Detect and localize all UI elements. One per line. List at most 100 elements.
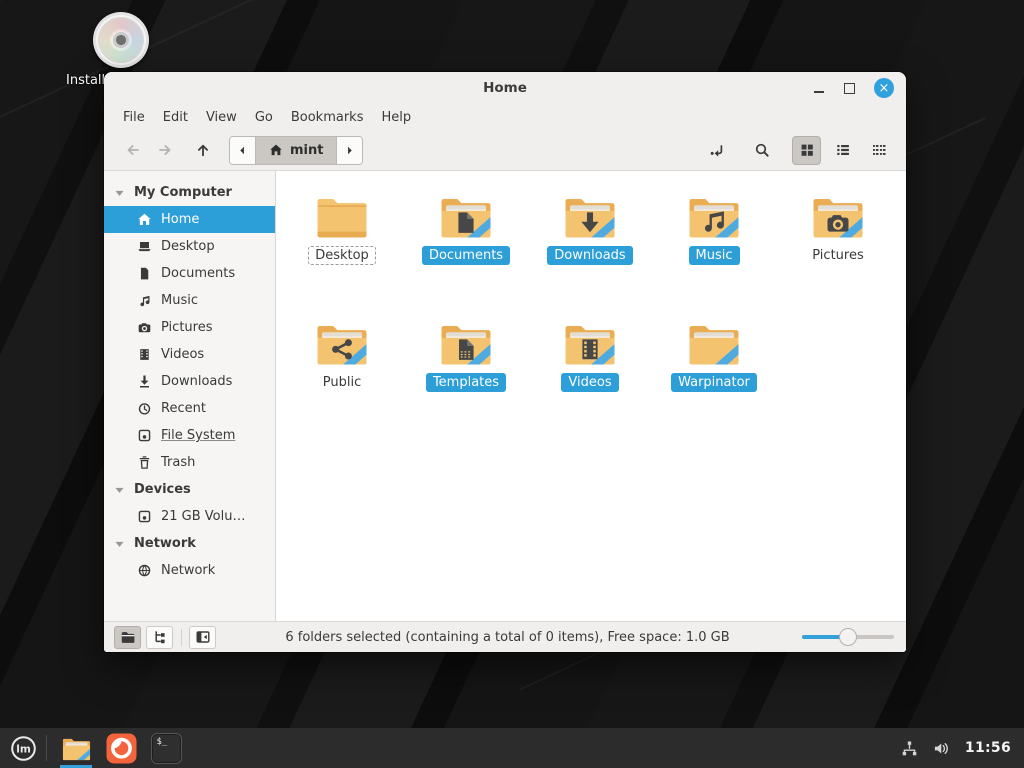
menu-go[interactable]: Go (246, 107, 282, 128)
folder-open-icon (686, 320, 742, 367)
sidebar-item-desktop[interactable]: Desktop (104, 233, 275, 260)
trash-icon (137, 455, 152, 470)
grid-view-button[interactable] (792, 136, 821, 165)
sidebar-item-file-system[interactable]: File System (104, 422, 275, 449)
sidebar-item-pictures[interactable]: Pictures (104, 314, 275, 341)
folder-music[interactable]: Music (652, 193, 776, 320)
folder-label: Music (689, 246, 740, 265)
folder-videos-icon (562, 320, 618, 367)
search-icon (754, 142, 770, 158)
chevron-right-icon (343, 144, 356, 157)
drive-icon (137, 509, 152, 524)
folder-warpinator[interactable]: Warpinator (652, 320, 776, 447)
forward-button[interactable] (149, 135, 181, 165)
folder-label: Public (316, 373, 368, 392)
sidebar-item-trash[interactable]: Trash (104, 449, 275, 476)
taskbar: lm $_ 11:56 (0, 728, 1024, 768)
folder-downloads[interactable]: Downloads (528, 193, 652, 320)
folder-public-icon (314, 320, 370, 367)
folder-music-icon (686, 193, 742, 240)
download-arrow-icon (137, 374, 152, 389)
folder-pictures[interactable]: Pictures (776, 193, 900, 320)
folder-label: Downloads (547, 246, 632, 265)
file-manager-window: Home × File Edit View Go Bookmarks Help … (104, 72, 906, 652)
grid-view-icon (799, 142, 815, 158)
places-folder-icon (120, 629, 136, 645)
cd-disc-icon (93, 12, 149, 68)
sidebar-header-network[interactable]: Network (104, 530, 275, 557)
sidebar: My Computer Home Desktop Documents Music… (104, 171, 276, 621)
taskbar-separator (46, 735, 47, 761)
menu-help[interactable]: Help (372, 107, 420, 128)
firefox-task-button[interactable] (103, 728, 139, 768)
mint-menu-button[interactable]: lm (0, 728, 46, 768)
sidebar-item-home[interactable]: Home (104, 206, 275, 233)
show-places-button[interactable] (114, 626, 141, 649)
folder-label: Videos (561, 373, 618, 392)
folder-templates-icon (438, 320, 494, 367)
location-entry-icon (709, 142, 725, 158)
collapse-triangle-icon (113, 186, 126, 199)
svg-text:lm: lm (16, 743, 31, 755)
sidebar-item-network[interactable]: Network (104, 557, 275, 584)
drive-icon (137, 428, 152, 443)
folder-templates[interactable]: Templates (404, 320, 528, 447)
zoom-slider-thumb[interactable] (839, 628, 857, 646)
titlebar[interactable]: Home × (104, 72, 906, 104)
folder-documents[interactable]: Documents (404, 193, 528, 320)
close-button[interactable]: × (874, 78, 894, 98)
arrow-left-icon (125, 142, 141, 158)
system-tray: 11:56 (901, 740, 1024, 757)
toggle-location-entry-button[interactable] (702, 136, 731, 165)
sidebar-header-my-computer[interactable]: My Computer (104, 179, 275, 206)
compact-view-button[interactable] (864, 136, 893, 165)
menu-bar: File Edit View Go Bookmarks Help (104, 104, 906, 130)
show-treeview-button[interactable] (146, 626, 173, 649)
file-manager-task-button[interactable] (58, 728, 94, 768)
sidebar-item-videos[interactable]: Videos (104, 341, 275, 368)
folder-label: Templates (426, 373, 506, 392)
back-button[interactable] (117, 135, 149, 165)
sidebar-item-21gb-volume[interactable]: 21 GB Volu… (104, 503, 275, 530)
folder-videos[interactable]: Videos (528, 320, 652, 447)
terminal-task-button[interactable]: $_ (148, 728, 184, 768)
taskbar-launchers: $_ (58, 728, 184, 768)
breadcrumb-scroll-left[interactable] (230, 137, 255, 164)
mint-logo-icon: lm (10, 735, 37, 762)
volume-icon[interactable] (933, 740, 950, 757)
document-icon (137, 266, 152, 281)
menu-edit[interactable]: Edit (154, 107, 197, 128)
sidebar-item-recent[interactable]: Recent (104, 395, 275, 422)
sidebar-header-devices[interactable]: Devices (104, 476, 275, 503)
music-note-icon (137, 293, 152, 308)
folder-closed-icon (314, 193, 370, 240)
folder-label: Pictures (805, 246, 870, 265)
sidebar-item-documents[interactable]: Documents (104, 260, 275, 287)
compact-view-icon (871, 142, 887, 158)
sidebar-item-downloads[interactable]: Downloads (104, 368, 275, 395)
menu-view[interactable]: View (197, 107, 246, 128)
breadcrumb-current[interactable]: mint (255, 137, 337, 164)
maximize-button[interactable] (844, 83, 855, 94)
file-grid[interactable]: Desktop Documents Downloads Music Pictur… (276, 171, 906, 621)
network-icon[interactable] (901, 740, 918, 757)
search-button[interactable] (747, 136, 776, 165)
zoom-slider[interactable] (802, 628, 894, 646)
file-manager-icon (61, 735, 92, 762)
folder-public[interactable]: Public (280, 320, 404, 447)
list-view-button[interactable] (828, 136, 857, 165)
up-button[interactable] (187, 135, 219, 165)
menu-bookmarks[interactable]: Bookmarks (282, 107, 373, 128)
minimize-button[interactable] (813, 82, 825, 94)
film-icon (137, 347, 152, 362)
taskbar-clock[interactable]: 11:56 (965, 740, 1011, 756)
menu-file[interactable]: File (114, 107, 154, 128)
hide-sidebar-icon (195, 629, 211, 645)
hide-sidebar-button[interactable] (189, 626, 216, 649)
sidebar-item-music[interactable]: Music (104, 287, 275, 314)
arrow-up-icon (195, 142, 211, 158)
folder-desktop[interactable]: Desktop (280, 193, 404, 320)
globe-icon (137, 563, 152, 578)
toolbar: mint (104, 130, 906, 171)
breadcrumb-scroll-right[interactable] (337, 137, 362, 164)
